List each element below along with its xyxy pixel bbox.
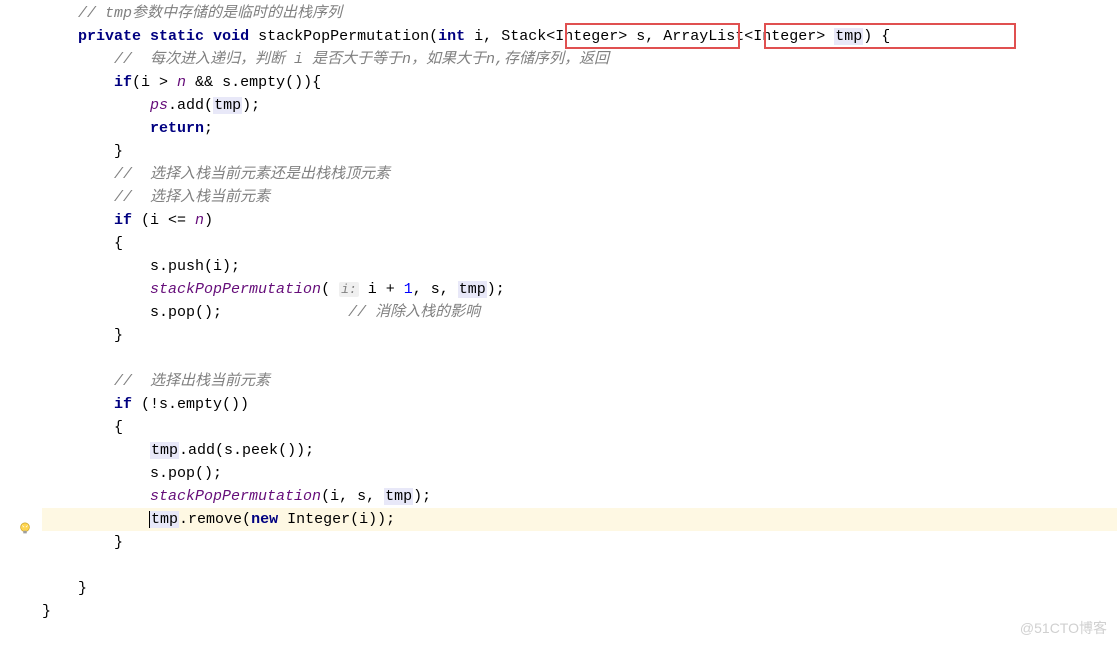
type: Stack<Integer> s <box>501 28 645 45</box>
code-line: // 选择入栈当前元素 <box>42 186 1117 209</box>
code-line: { <box>42 416 1117 439</box>
text: ) <box>204 212 213 229</box>
code-line: if (i <= n) <box>42 209 1117 232</box>
comment: // 消除入栈的影响 <box>348 304 480 321</box>
code-line: tmp.add(s.peek()); <box>42 439 1117 462</box>
code-line <box>42 347 1117 370</box>
text: ); <box>413 488 431 505</box>
text: s.push(i); <box>150 258 240 275</box>
text: (!s.empty()) <box>132 396 249 413</box>
text: (i > <box>132 74 177 91</box>
keyword: static <box>150 28 204 45</box>
code-line: if(i > n && s.empty()){ <box>42 71 1117 94</box>
code-line: } <box>42 324 1117 347</box>
method-name: stackPopPermutation <box>258 28 429 45</box>
code-line: // 每次进入递归，判断 i 是否大于等于n，如果大于n,存储序列，返回 <box>42 48 1117 71</box>
text: } <box>114 327 123 344</box>
keyword: if <box>114 212 132 229</box>
code-line-active: tmp.remove(new Integer(i)); <box>42 508 1117 531</box>
text: s.pop(); <box>150 304 222 321</box>
text: ); <box>242 97 260 114</box>
code-line: if (!s.empty()) <box>42 393 1117 416</box>
keyword: private <box>78 28 141 45</box>
code-line: s.pop(); <box>42 462 1117 485</box>
keyword: return <box>150 120 204 137</box>
code-editor[interactable]: // tmp参数中存储的是临时的出栈序列 private static void… <box>0 0 1117 623</box>
comment: // 选择入栈当前元素还是出栈栈顶元素 <box>114 166 390 183</box>
text: { <box>114 419 123 436</box>
comment: // 每次进入递归，判断 i 是否大于等于n，如果大于n,存储序列，返回 <box>114 51 609 68</box>
field: n <box>177 74 186 91</box>
code-line: } <box>42 577 1117 600</box>
param: tmp <box>384 488 413 505</box>
text: && s.empty()){ <box>186 74 321 91</box>
comment: // tmp参数中存储的是临时的出栈序列 <box>78 5 342 22</box>
text: Integer(i)); <box>278 511 395 528</box>
code-line: ps.add(tmp); <box>42 94 1117 117</box>
code-line: s.pop(); // 消除入栈的影响 <box>42 301 1117 324</box>
text: .add( <box>168 97 213 114</box>
text: s.pop(); <box>150 465 222 482</box>
code-line: stackPopPermutation( i: i + 1, s, tmp); <box>42 278 1117 301</box>
text: ( <box>321 281 339 298</box>
code-line: } <box>42 600 1117 623</box>
param: tmp <box>150 442 179 459</box>
code-line: } <box>42 140 1117 163</box>
code-line: return; <box>42 117 1117 140</box>
code-line: // 选择入栈当前元素还是出栈栈顶元素 <box>42 163 1117 186</box>
text: ( <box>429 28 438 45</box>
keyword: int <box>438 28 465 45</box>
keyword: new <box>251 511 278 528</box>
number: 1 <box>404 281 413 298</box>
text: ) { <box>863 28 890 45</box>
param: tmp <box>458 281 487 298</box>
text: .add(s.peek()); <box>179 442 314 459</box>
keyword: void <box>213 28 249 45</box>
type: ArrayList<Integer> <box>663 28 834 45</box>
text: (i <= <box>132 212 195 229</box>
text: (i, s, <box>321 488 384 505</box>
code-line: s.push(i); <box>42 255 1117 278</box>
text: } <box>114 143 123 160</box>
text: .remove( <box>179 511 251 528</box>
keyword: if <box>114 396 132 413</box>
text: , s, <box>413 281 458 298</box>
method-call: stackPopPermutation <box>150 488 321 505</box>
code-line: { <box>42 232 1117 255</box>
field: n <box>195 212 204 229</box>
text: ; <box>204 120 213 137</box>
text: } <box>78 580 87 597</box>
text: } <box>114 534 123 551</box>
text: i + <box>359 281 404 298</box>
code-line: // 选择出栈当前元素 <box>42 370 1117 393</box>
field: ps <box>150 97 168 114</box>
param: tmp <box>213 97 242 114</box>
code-line: // tmp参数中存储的是临时的出栈序列 <box>42 2 1117 25</box>
comment: // 选择出栈当前元素 <box>114 373 270 390</box>
text: i, <box>465 28 501 45</box>
param: tmp <box>834 28 863 45</box>
text <box>222 304 348 321</box>
param: tmp <box>150 511 179 528</box>
watermark: @51CTO博客 <box>1020 618 1107 638</box>
text: ); <box>487 281 505 298</box>
comment: // 选择入栈当前元素 <box>114 189 270 206</box>
parameter-hint: i: <box>339 282 359 297</box>
text: } <box>42 603 51 620</box>
keyword: if <box>114 74 132 91</box>
code-line <box>42 554 1117 577</box>
text: , <box>645 28 663 45</box>
code-line: } <box>42 531 1117 554</box>
code-line: stackPopPermutation(i, s, tmp); <box>42 485 1117 508</box>
code-line: private static void stackPopPermutation(… <box>42 25 1117 48</box>
method-call: stackPopPermutation <box>150 281 321 298</box>
text: { <box>114 235 123 252</box>
